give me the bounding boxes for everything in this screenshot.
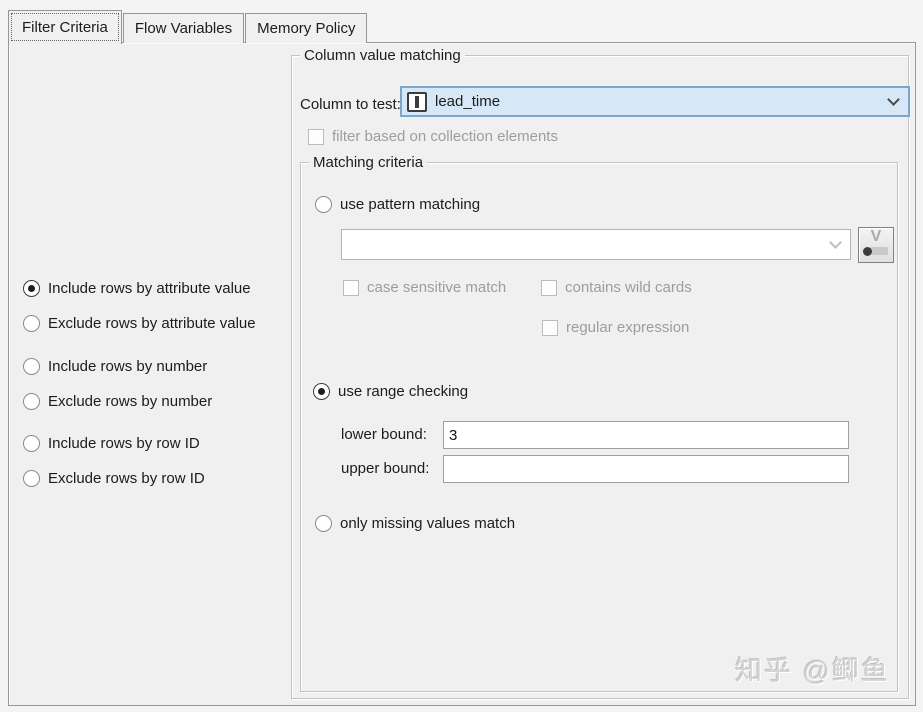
radio-label: Exclude rows by attribute value — [48, 315, 256, 332]
radio-exclude-by-rowid[interactable]: Exclude rows by row ID — [23, 470, 205, 487]
radio-include-by-number[interactable]: Include rows by number — [23, 358, 207, 375]
chevron-down-icon — [829, 236, 842, 249]
radio-exclude-by-number[interactable]: Exclude rows by number — [23, 393, 212, 410]
radio-only-missing-values[interactable]: only missing values match — [315, 515, 515, 532]
radio-label: Include rows by row ID — [48, 435, 200, 452]
radio-label: use range checking — [338, 383, 469, 400]
checkbox-label: filter based on collection elements — [332, 128, 558, 145]
radio-circle-icon — [313, 383, 330, 400]
radio-exclude-by-attribute[interactable]: Exclude rows by attribute value — [23, 315, 256, 332]
checkbox-icon — [308, 128, 324, 145]
integer-column-icon — [407, 91, 427, 112]
checkbox-label: contains wild cards — [565, 279, 692, 296]
radio-label: Include rows by number — [48, 358, 208, 375]
radio-circle-icon — [315, 196, 332, 213]
column-to-test-combo[interactable]: lead_time — [400, 86, 910, 117]
watermark: 知乎 @鲫鱼 — [735, 656, 890, 686]
column-to-test-label: Column to test: — [300, 96, 401, 113]
group-title: Matching criteria — [309, 153, 428, 172]
radio-label: only missing values match — [340, 515, 516, 532]
radio-circle-icon — [23, 393, 40, 410]
checkbox-label: case sensitive match — [367, 279, 507, 296]
lower-bound-input[interactable] — [443, 421, 849, 449]
selected-column-name: lead_time — [435, 93, 501, 110]
tab-filter-criteria[interactable]: Filter Criteria — [8, 10, 122, 44]
matching-criteria-group: Matching criteria use pattern matching V… — [300, 153, 898, 692]
radio-use-pattern-matching[interactable]: use pattern matching — [315, 196, 480, 213]
radio-include-by-rowid[interactable]: Include rows by row ID — [23, 435, 200, 452]
upper-bound-label: upper bound: — [341, 460, 430, 477]
radio-label: use pattern matching — [340, 196, 481, 213]
checkbox-icon — [542, 319, 558, 336]
tab-bar: Filter Criteria Flow Variables Memory Po… — [8, 10, 368, 44]
radio-circle-icon — [23, 280, 40, 297]
chevron-down-icon — [887, 93, 900, 106]
checkbox-icon — [343, 279, 359, 296]
wild-cards-checkbox: contains wild cards — [541, 279, 692, 296]
radio-use-range-checking[interactable]: use range checking — [313, 383, 468, 400]
radio-label: Exclude rows by number — [48, 393, 213, 410]
radio-circle-icon — [23, 315, 40, 332]
regular-expression-checkbox: regular expression — [542, 319, 689, 336]
tab-memory-policy[interactable]: Memory Policy — [245, 13, 368, 43]
flow-variable-icon: V — [870, 228, 882, 245]
flow-variable-button: V — [858, 227, 894, 263]
radio-circle-icon — [23, 358, 40, 375]
checkbox-icon — [541, 279, 557, 296]
radio-include-by-attribute[interactable]: Include rows by attribute value — [23, 280, 251, 297]
checkbox-label: regular expression — [566, 319, 690, 336]
radio-circle-icon — [23, 470, 40, 487]
pattern-combo — [341, 229, 851, 260]
column-value-matching-group: Column value matching Column to test: le… — [291, 46, 910, 699]
group-title: Column value matching — [300, 46, 465, 65]
radio-label: Include rows by attribute value — [48, 280, 251, 297]
radio-label: Exclude rows by row ID — [48, 470, 205, 487]
collection-elements-checkbox: filter based on collection elements — [308, 128, 558, 145]
upper-bound-input[interactable] — [443, 455, 849, 483]
case-sensitive-checkbox: case sensitive match — [343, 279, 506, 296]
filter-criteria-panel: Include rows by attribute value Exclude … — [8, 42, 916, 706]
lower-bound-label: lower bound: — [341, 426, 427, 443]
radio-circle-icon — [23, 435, 40, 452]
radio-circle-icon — [315, 515, 332, 532]
tab-flow-variables[interactable]: Flow Variables — [122, 13, 245, 43]
